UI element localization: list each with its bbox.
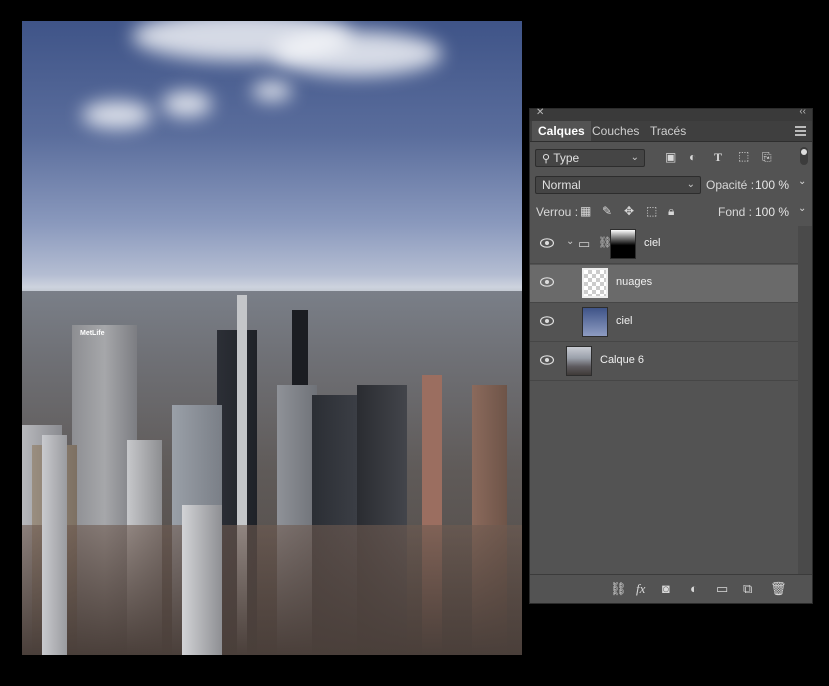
fill-input[interactable]: 100 % bbox=[755, 205, 789, 219]
chevron-down-icon: ⌄ bbox=[630, 152, 639, 163]
tab-couches[interactable]: Couches bbox=[586, 121, 645, 141]
new-layer-icon[interactable]: ⧉ bbox=[743, 581, 752, 597]
collapse-icon[interactable]: ‹‹ bbox=[799, 106, 806, 117]
opacity-input[interactable]: 100 % bbox=[755, 178, 789, 192]
lock-all-icon[interactable]: 🔒︎ bbox=[668, 204, 674, 219]
fx-icon[interactable]: fx bbox=[636, 581, 645, 597]
building-sign: MetLife bbox=[80, 330, 105, 337]
layer-row[interactable]: ⌄ ▭ ⛓ ciel bbox=[530, 226, 798, 264]
layer-name: Calque 6 bbox=[600, 354, 645, 366]
close-icon[interactable]: ✕ bbox=[536, 107, 544, 118]
chevron-down-icon[interactable]: ⌄ bbox=[566, 236, 574, 247]
cloud bbox=[82, 101, 152, 129]
layer-row[interactable]: ciel bbox=[530, 304, 798, 342]
mask-icon[interactable]: ◙ bbox=[662, 581, 670, 596]
blend-mode-value: Normal bbox=[542, 178, 581, 192]
image-filter-icon[interactable]: ▣ bbox=[665, 150, 676, 164]
layer-row[interactable]: nuages bbox=[530, 265, 798, 303]
shape-filter-icon[interactable]: ⬚ bbox=[738, 149, 749, 163]
trash-icon[interactable]: 🗑︎ bbox=[770, 581, 787, 597]
lock-artboard-icon[interactable]: ⬚ bbox=[646, 204, 657, 218]
panel-tabs: Calques Couches Tracés bbox=[530, 121, 812, 142]
lock-label: Verrou : bbox=[536, 205, 579, 219]
layer-row[interactable]: Calque 6 bbox=[530, 343, 798, 381]
building bbox=[182, 505, 222, 655]
eye-icon[interactable] bbox=[540, 316, 554, 326]
folder-icon[interactable]: ▭ bbox=[716, 581, 728, 597]
lock-transparent-icon[interactable]: ▦ bbox=[580, 204, 591, 218]
lock-image-icon[interactable]: ✎ bbox=[602, 204, 612, 218]
search-icon: ⚲ bbox=[542, 153, 551, 165]
eye-icon[interactable] bbox=[540, 238, 554, 248]
eye-icon[interactable] bbox=[540, 277, 554, 287]
cloud bbox=[272, 31, 442, 76]
layer-name: nuages bbox=[616, 276, 653, 288]
layer-name: ciel bbox=[644, 237, 661, 249]
filter-kind-select[interactable]: ⚲ Type ⌄ bbox=[535, 149, 645, 167]
blend-mode-select[interactable]: Normal ⌄ bbox=[535, 176, 701, 194]
layer-thumbnail[interactable] bbox=[566, 346, 592, 376]
building bbox=[42, 435, 67, 655]
panel-menu-icon[interactable] bbox=[795, 124, 806, 138]
chevron-down-icon: ⌄ bbox=[686, 179, 695, 190]
layer-name: ciel bbox=[616, 315, 633, 327]
smart-object-filter-icon[interactable]: ⎘ bbox=[762, 150, 772, 165]
folder-icon: ▭ bbox=[578, 236, 591, 251]
cloud bbox=[162, 91, 212, 117]
tab-traces[interactable]: Tracés bbox=[644, 121, 692, 141]
fill-label: Fond : bbox=[718, 205, 753, 219]
filter-toggle[interactable] bbox=[800, 147, 808, 165]
chevron-down-icon[interactable]: ⌄ bbox=[798, 203, 806, 214]
layer-mask-thumbnail[interactable] bbox=[610, 229, 636, 259]
filter-kind-label: Type bbox=[553, 151, 580, 165]
lock-position-icon[interactable]: ✥ bbox=[624, 204, 634, 218]
document-canvas[interactable]: MetLife bbox=[22, 21, 522, 655]
panel-footer: ⛓ fx ◙ ◐ ▭ ⧉ 🗑︎ bbox=[530, 574, 812, 603]
link-icon[interactable]: ⛓ bbox=[610, 581, 627, 597]
panel-title-strip: ✕ ‹‹ bbox=[530, 106, 812, 121]
type-filter-icon[interactable]: T bbox=[714, 150, 722, 165]
layer-thumbnail[interactable] bbox=[582, 268, 608, 298]
chevron-down-icon[interactable]: ⌄ bbox=[798, 176, 806, 187]
tab-calques[interactable]: Calques bbox=[532, 121, 591, 141]
layers-scrollbar[interactable] bbox=[798, 226, 812, 578]
layers-panel: ✕ ‹‹ Calques Couches Tracés ⚲ Type ⌄ ▣ ◐… bbox=[529, 106, 813, 604]
layer-thumbnail[interactable] bbox=[582, 307, 608, 337]
adjustment-icon[interactable]: ◐ bbox=[690, 581, 698, 596]
cloud bbox=[252, 81, 292, 101]
eye-icon[interactable] bbox=[540, 355, 554, 365]
layers-list: ⌄ ▭ ⛓ ciel nuages ciel Calque 6 bbox=[530, 226, 798, 578]
opacity-label: Opacité : bbox=[706, 178, 755, 192]
adjustment-filter-icon[interactable]: ◐ bbox=[689, 150, 696, 164]
building bbox=[22, 525, 522, 655]
